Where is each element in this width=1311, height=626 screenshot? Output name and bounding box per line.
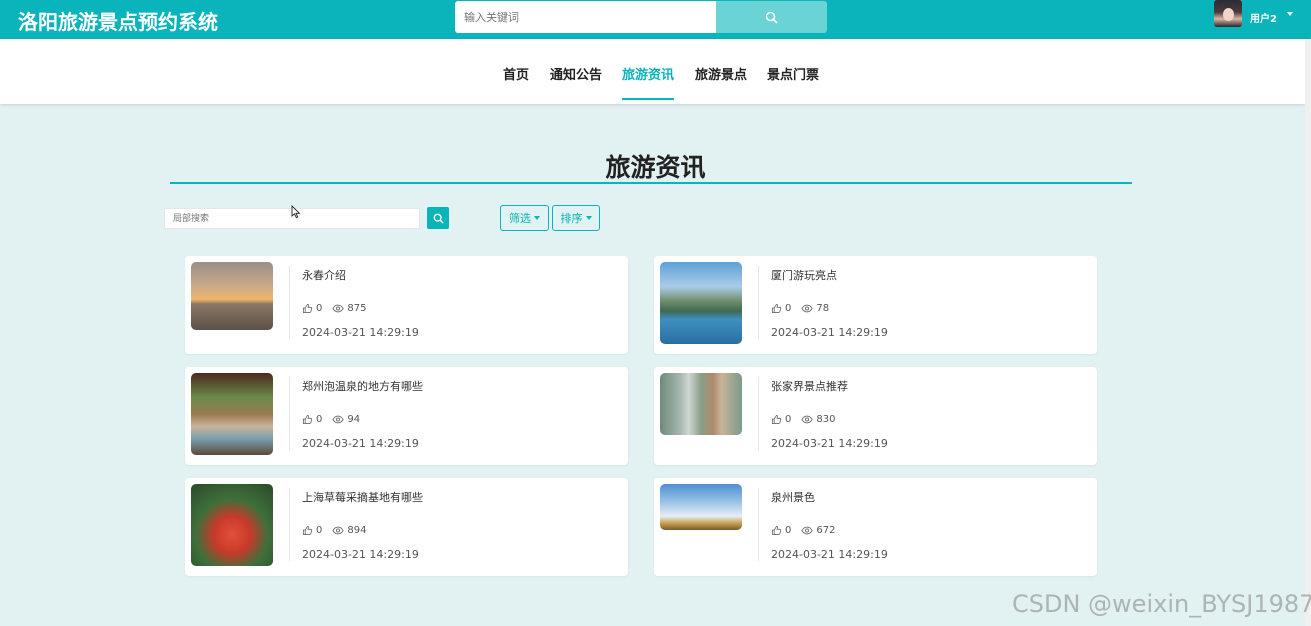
- user-menu[interactable]: 用户2: [1214, 0, 1304, 28]
- view-count: 672: [816, 525, 836, 536]
- divider: [758, 377, 759, 450]
- nav-active-underline: [622, 98, 674, 100]
- like-count: 0: [785, 525, 792, 536]
- eye-icon: [801, 304, 814, 313]
- divider: [289, 377, 290, 450]
- nav-item-scenic-spots[interactable]: 旅游景点: [695, 64, 747, 83]
- filter-label: 筛选: [509, 212, 531, 225]
- sort-label: 排序: [560, 212, 583, 225]
- article-title[interactable]: 泉州景色: [771, 489, 815, 505]
- article-thumbnail[interactable]: [660, 262, 742, 344]
- article-title[interactable]: 上海草莓采摘基地有哪些: [302, 489, 423, 505]
- article-card[interactable]: 泉州景色 0 672 2024-03-21 14:29:19: [654, 478, 1097, 576]
- caret-down-icon: [534, 216, 540, 220]
- nav-item-tickets[interactable]: 景点门票: [767, 64, 819, 83]
- divider: [289, 266, 290, 339]
- view-count: 94: [347, 414, 361, 425]
- like-count: 0: [316, 414, 323, 425]
- divider: [289, 488, 290, 561]
- chevron-down-icon[interactable]: [1287, 12, 1293, 16]
- view-count: 875: [347, 303, 367, 314]
- scrollbar[interactable]: [1305, 39, 1311, 626]
- article-time: 2024-03-21 14:29:19: [302, 326, 419, 339]
- article-stats: 0 94: [302, 414, 370, 425]
- divider: [758, 488, 759, 561]
- view-count: 78: [816, 303, 830, 314]
- article-card[interactable]: 厦门游玩亮点 0 78 2024-03-21 14:29:19: [654, 256, 1097, 354]
- nav-item-travel-news[interactable]: 旅游资讯: [622, 64, 674, 83]
- article-thumbnail[interactable]: [191, 262, 273, 330]
- eye-icon: [801, 526, 814, 535]
- article-stats: 0 875: [302, 303, 376, 314]
- article-title[interactable]: 厦门游玩亮点: [771, 267, 837, 283]
- article-time: 2024-03-21 14:29:19: [302, 437, 419, 450]
- article-thumbnail[interactable]: [191, 484, 273, 566]
- like-count: 0: [316, 303, 323, 314]
- article-title[interactable]: 张家界景点推荐: [771, 378, 848, 394]
- thumbs-up-icon: [771, 414, 782, 425]
- article-stats: 0 894: [302, 525, 376, 536]
- article-card[interactable]: 永春介绍 0 875 2024-03-21 14:29:19: [185, 256, 628, 354]
- local-search-button[interactable]: [427, 207, 449, 229]
- filter-dropdown[interactable]: 筛选: [500, 205, 549, 231]
- thumbs-up-icon: [771, 303, 782, 314]
- search-icon: [433, 213, 444, 224]
- like-count: 0: [785, 303, 792, 314]
- like-count: 0: [316, 525, 323, 536]
- nav-item-notices[interactable]: 通知公告: [550, 64, 602, 83]
- global-search: [455, 1, 827, 33]
- article-card[interactable]: 张家界景点推荐 0 830 2024-03-21 14:29:19: [654, 367, 1097, 465]
- sort-dropdown[interactable]: 排序: [552, 205, 600, 231]
- article-thumbnail[interactable]: [191, 373, 273, 455]
- divider: [758, 266, 759, 339]
- view-count: 894: [347, 525, 367, 536]
- page-title: 旅游资讯: [605, 153, 706, 182]
- thumbs-up-icon: [302, 303, 313, 314]
- article-stats: 0 830: [771, 414, 845, 425]
- article-stats: 0 672: [771, 525, 845, 536]
- eye-icon: [801, 415, 814, 424]
- mouse-cursor-icon: [291, 205, 301, 219]
- avatar[interactable]: [1214, 0, 1242, 27]
- thumbs-up-icon: [302, 414, 313, 425]
- view-count: 830: [816, 414, 836, 425]
- article-title[interactable]: 永春介绍: [302, 267, 346, 283]
- eye-icon: [332, 304, 345, 313]
- article-time: 2024-03-21 14:29:19: [302, 548, 419, 561]
- thumbs-up-icon: [771, 525, 782, 536]
- brand-title: 洛阳旅游景点预约系统: [18, 10, 218, 34]
- thumbs-up-icon: [302, 525, 313, 536]
- main-nav: 首页 通知公告 旅游资讯 旅游景点 景点门票: [0, 39, 1305, 104]
- article-card[interactable]: 郑州泡温泉的地方有哪些 0 94 2024-03-21 14:29:19: [185, 367, 628, 465]
- article-thumbnail[interactable]: [660, 373, 742, 435]
- article-time: 2024-03-21 14:29:19: [771, 326, 888, 339]
- like-count: 0: [785, 414, 792, 425]
- article-title[interactable]: 郑州泡温泉的地方有哪些: [302, 378, 423, 394]
- global-search-button[interactable]: [716, 1, 827, 33]
- article-time: 2024-03-21 14:29:19: [771, 548, 888, 561]
- search-icon: [765, 11, 778, 24]
- eye-icon: [332, 415, 345, 424]
- watermark: CSDN @weixin_BYSJ1987: [1012, 590, 1311, 618]
- nav-item-home[interactable]: 首页: [503, 64, 529, 83]
- article-stats: 0 78: [771, 303, 839, 314]
- article-thumbnail[interactable]: [660, 484, 742, 530]
- global-search-input[interactable]: [455, 1, 716, 33]
- top-bar: 洛阳旅游景点预约系统 用户2: [0, 0, 1311, 39]
- article-time: 2024-03-21 14:29:19: [771, 437, 888, 450]
- caret-down-icon: [585, 216, 592, 220]
- title-divider: [170, 182, 1132, 184]
- article-card[interactable]: 上海草莓采摘基地有哪些 0 894 2024-03-21 14:29:19: [185, 478, 628, 576]
- user-name[interactable]: 用户2: [1250, 10, 1277, 25]
- eye-icon: [332, 526, 345, 535]
